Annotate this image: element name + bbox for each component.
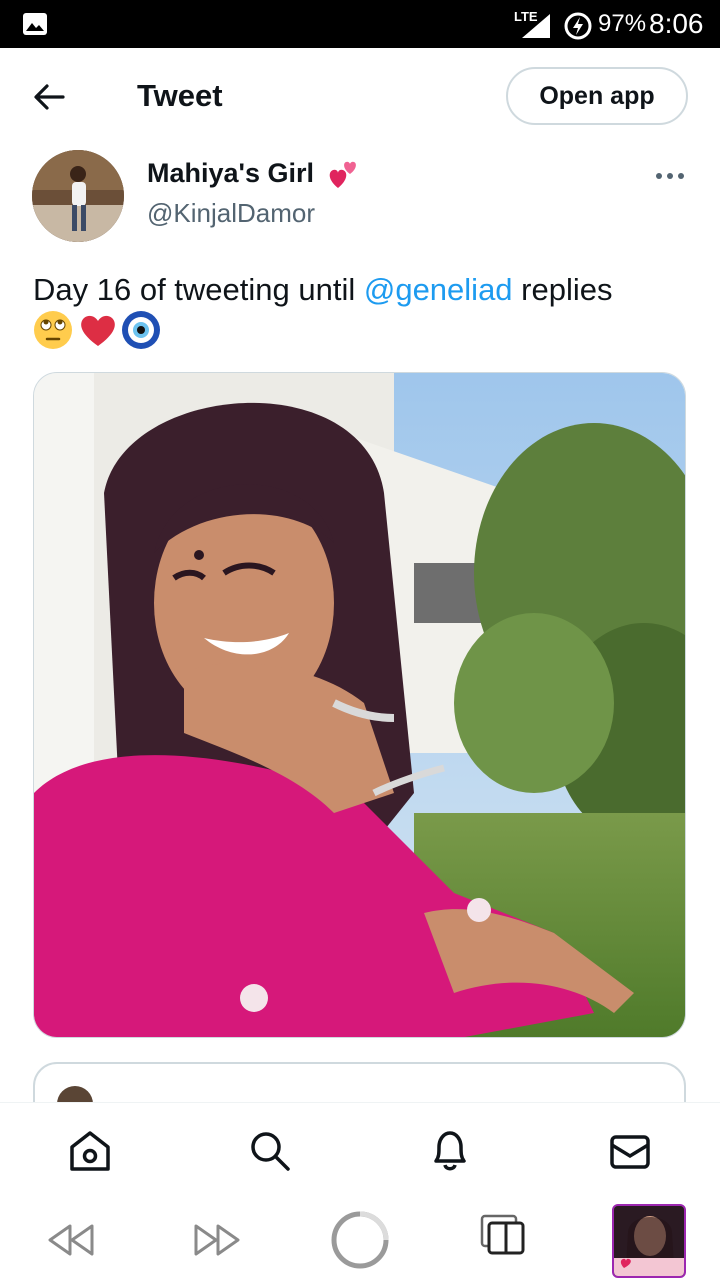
search-icon[interactable] xyxy=(248,1129,292,1173)
messages-icon[interactable] xyxy=(608,1129,652,1173)
open-app-button[interactable]: Open app xyxy=(506,67,688,125)
emoji-row xyxy=(33,310,163,350)
tweet-text-after: replies xyxy=(512,272,613,307)
photo-image xyxy=(34,373,685,1037)
bottom-tab-bar xyxy=(0,1102,720,1201)
forward-icon[interactable] xyxy=(192,1222,242,1258)
top-header: Tweet Open app xyxy=(0,48,720,148)
avatar[interactable] xyxy=(32,150,124,242)
clock: 8:06 xyxy=(649,8,704,39)
home-icon[interactable] xyxy=(68,1129,112,1173)
signal-icon xyxy=(522,14,550,38)
user-handle[interactable]: @KinjalDamor xyxy=(147,198,315,229)
tabs-icon[interactable] xyxy=(480,1214,526,1256)
more-options-icon[interactable] xyxy=(655,172,685,180)
rolling-eyes-emoji xyxy=(34,311,72,349)
home-circle-icon[interactable] xyxy=(330,1210,390,1270)
back-icon[interactable] xyxy=(46,1222,96,1258)
profile-thumb[interactable] xyxy=(612,1204,686,1278)
profile-thumb-image xyxy=(614,1206,684,1276)
page-title: Tweet xyxy=(137,78,223,113)
heart-emoji xyxy=(81,315,115,346)
tweet-photo[interactable] xyxy=(33,372,686,1038)
notifications-icon[interactable] xyxy=(428,1129,472,1173)
two-hearts-emoji xyxy=(329,161,356,188)
tweet-text-before: Day 16 of tweeting until xyxy=(33,272,364,307)
battery-level: 97% xyxy=(598,10,647,37)
browser-nav-bar xyxy=(0,1200,720,1280)
display-name[interactable]: Mahiya's Girl xyxy=(147,158,314,189)
status-bar: LTE 97% 8:06 xyxy=(0,0,720,48)
tweet-text: Day 16 of tweeting until @geneliad repli… xyxy=(33,270,683,310)
charging-icon xyxy=(564,12,592,40)
avatar-image xyxy=(32,150,124,242)
mention-link[interactable]: @geneliad xyxy=(364,272,513,307)
nazar-emoji xyxy=(122,311,160,349)
image-icon xyxy=(23,13,47,35)
back-arrow-icon[interactable] xyxy=(32,82,66,112)
